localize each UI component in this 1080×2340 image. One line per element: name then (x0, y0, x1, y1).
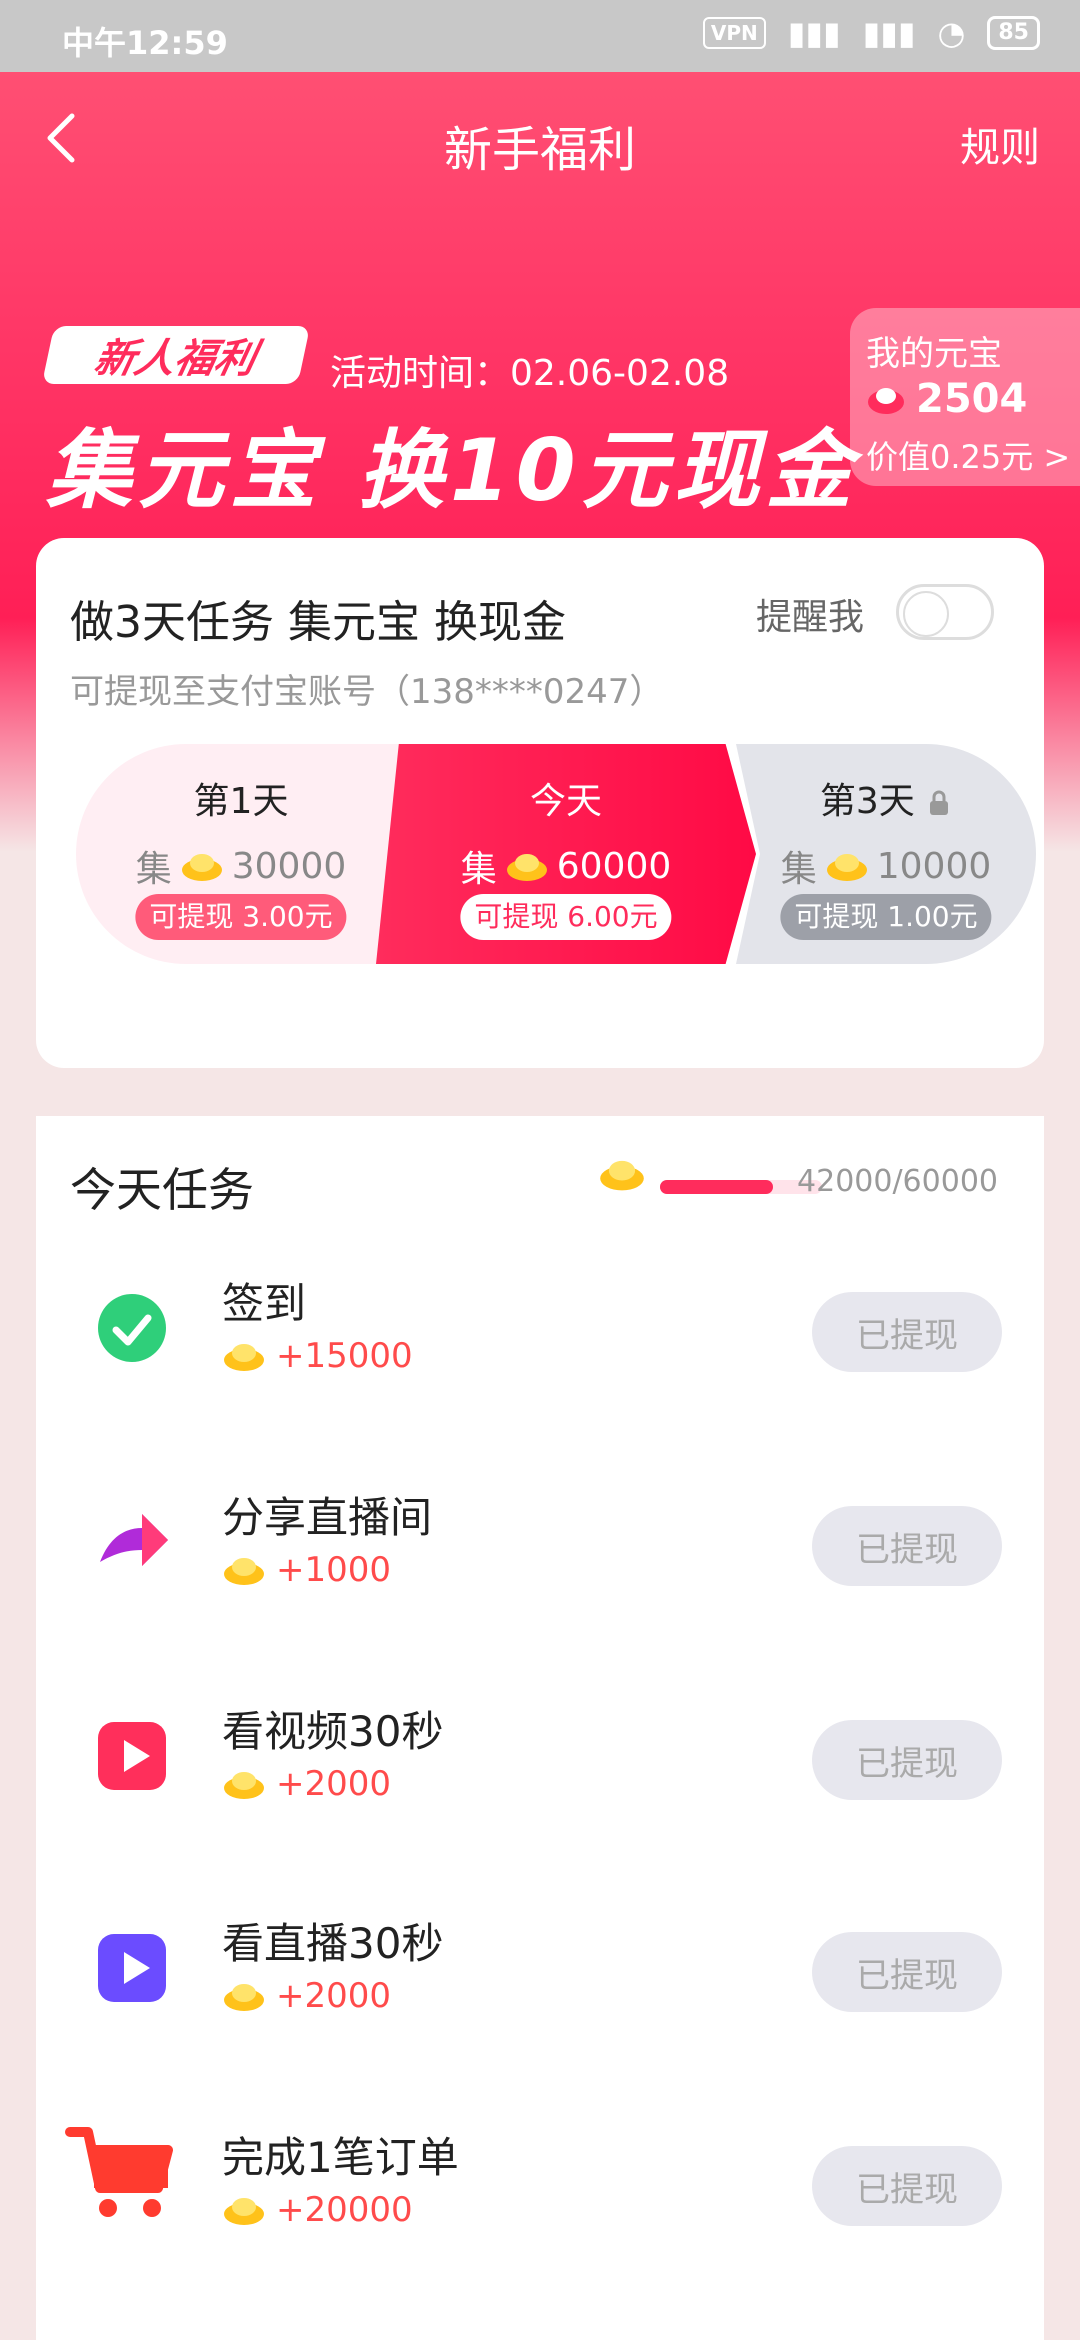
withdrawn-button[interactable]: 已提现 (812, 1506, 1002, 1586)
task-name: 分享直播间 (222, 1493, 433, 1542)
day-title: 第1天 (193, 781, 289, 822)
my-coins-label: 我的元宝 (866, 334, 1002, 374)
task-reward: +15000 (222, 1336, 413, 1376)
coin-count: 2504 (916, 376, 1028, 422)
toggle-knob (903, 591, 949, 637)
withdraw-badge: 可提现 6.00元 (460, 894, 672, 940)
remind-toggle[interactable] (896, 584, 994, 640)
cart-icon (65, 2127, 173, 2217)
day-amount: 集 60000 (460, 845, 672, 891)
withdraw-badge: 可提现 1.00元 (780, 894, 992, 940)
wifi-icon: ◔ (937, 14, 966, 52)
day-amount: 集 10000 (780, 845, 992, 891)
task-card-title: 做3天任务 集元宝 换现金 (70, 597, 566, 648)
alipay-account-text: 可提现至支付宝账号（138****0247） (70, 672, 664, 712)
play-live-icon (98, 1934, 166, 2002)
task-name: 看直播30秒 (222, 1919, 444, 1968)
ingot-icon (224, 1558, 264, 1585)
three-day-task-card: 做3天任务 集元宝 换现金 提醒我 可提现至支付宝账号（138****0247）… (36, 538, 1044, 1068)
task-row: 看直播30秒 +2000 已提现 (36, 1884, 1044, 2064)
new-user-badge: 新人福利 (41, 326, 311, 384)
task-reward: +2000 (222, 1764, 391, 1804)
task-reward: +2000 (222, 1976, 391, 2016)
signal-icon: ▮▮▮ (862, 14, 916, 52)
status-time: 中午12:59 (62, 24, 228, 62)
today-tasks-panel: 今天任务 42000/60000 签到 +15000 已提现 分享直播间 +10… (36, 1116, 1044, 2340)
day-amount: 集 30000 (135, 845, 347, 891)
ingot-icon (224, 1344, 264, 1371)
today-tasks-title: 今天任务 (70, 1163, 254, 1217)
activity-time: 活动时间：02.06-02.08 (330, 353, 730, 394)
day-1-card: 第1天 集 30000 可提现 3.00元 (76, 744, 406, 964)
task-row: 看视频30秒 +2000 已提现 (36, 1672, 1044, 1852)
status-bar: 中午12:59 VPN ▮▮▮ ▮▮▮ ◔ 85 (0, 0, 1080, 72)
task-row: 签到 +15000 已提现 (36, 1244, 1044, 1424)
task-name: 完成1笔订单 (222, 2133, 459, 2182)
ingot-icon (224, 1772, 264, 1799)
ingot-icon (224, 1984, 264, 2011)
day-title: 第3天 (736, 772, 1036, 824)
task-row: 分享直播间 +1000 已提现 (36, 1458, 1044, 1638)
my-coins-card[interactable]: 我的元宝 2504 价值0.25元 > (850, 308, 1080, 486)
check-icon (98, 1294, 166, 1362)
signal-icon: ▮▮▮ (787, 14, 841, 52)
ingot-icon (506, 854, 547, 881)
withdrawn-button[interactable]: 已提现 (812, 2146, 1002, 2226)
task-name: 签到 (222, 1279, 307, 1328)
my-coins-value: 2504 (866, 376, 1027, 422)
lock-icon (930, 790, 949, 815)
withdraw-badge: 可提现 3.00元 (135, 894, 347, 940)
remind-label: 提醒我 (755, 597, 864, 638)
my-coins-value-sub[interactable]: 价值0.25元 > (866, 432, 1070, 478)
task-name: 看视频30秒 (222, 1707, 444, 1756)
battery-icon: 85 (987, 16, 1040, 50)
headline: 集元宝 换10元现金 (46, 421, 858, 521)
withdrawn-button[interactable]: 已提现 (812, 1292, 1002, 1372)
progress-text: 42000/60000 (797, 1164, 998, 1199)
day-today-card: 今天 集 60000 可提现 6.00元 (376, 744, 756, 964)
rules-link[interactable]: 规则 (960, 115, 1040, 173)
task-row: 完成1笔订单 +20000 已提现 (36, 2098, 1044, 2278)
play-video-icon (98, 1722, 166, 1790)
progress-fill (660, 1180, 774, 1194)
vpn-icon: VPN (702, 17, 766, 49)
withdrawn-button[interactable]: 已提现 (812, 1932, 1002, 2012)
ingot-icon (826, 854, 867, 881)
day-3-card: 第3天 集 10000 可提现 1.00元 (736, 744, 1036, 964)
withdrawn-button[interactable]: 已提现 (812, 1720, 1002, 1800)
ingot-icon (181, 854, 222, 881)
day-progress: 第1天 集 30000 可提现 3.00元 今天 集 60000 可提现 6.0… (76, 744, 1036, 964)
ingot-icon (224, 2198, 264, 2225)
status-icons: VPN ▮▮▮ ▮▮▮ ◔ 85 (702, 14, 1040, 52)
page-title: 新手福利 (443, 122, 636, 178)
task-reward: +1000 (222, 1550, 391, 1590)
task-reward: +20000 (222, 2190, 413, 2230)
day-title: 今天 (529, 781, 602, 822)
ingot-icon (600, 1160, 644, 1191)
ingot-icon (868, 388, 904, 414)
share-arrow-icon (100, 1514, 168, 1566)
